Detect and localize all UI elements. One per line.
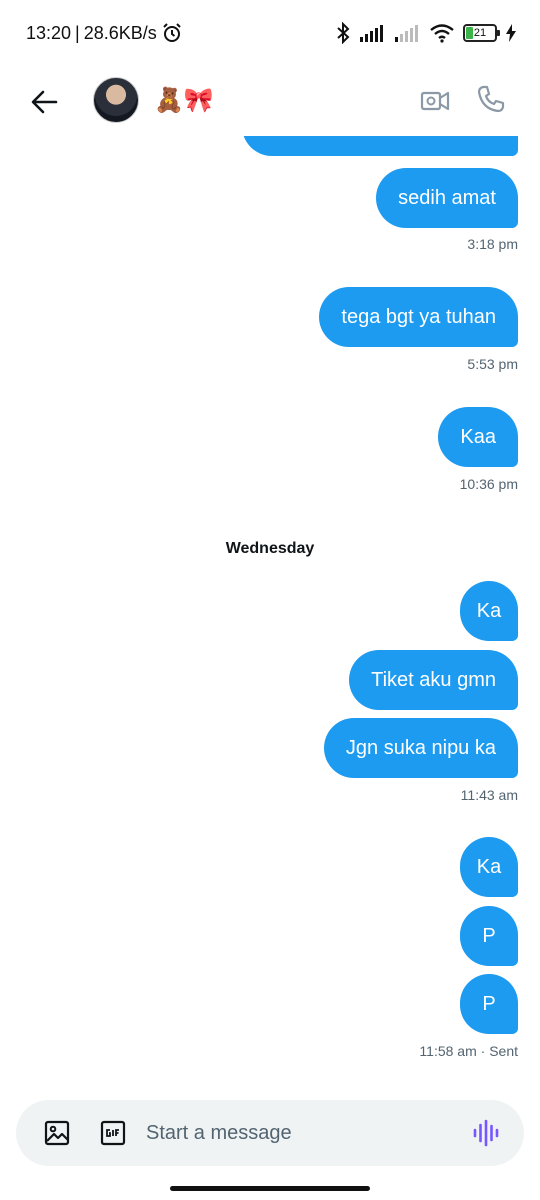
message-timestamp: 11:58 am · Sent	[419, 1043, 518, 1059]
message-composer	[16, 1100, 524, 1166]
battery-icon: 21	[463, 24, 500, 42]
status-bar: 13:20 | 28.6KB/s 21	[0, 0, 540, 66]
video-call-icon[interactable]	[420, 88, 450, 114]
status-left: 13:20 | 28.6KB/s	[26, 22, 183, 44]
message-timestamp: 5:53 pm	[467, 356, 518, 372]
phone-icon[interactable]	[476, 84, 506, 114]
wifi-icon	[430, 24, 454, 43]
avatar[interactable]	[93, 77, 139, 123]
bluetooth-icon	[337, 22, 350, 44]
battery-level: 21	[473, 27, 487, 39]
gif-icon[interactable]	[100, 1120, 126, 1146]
message-list[interactable]: gi ya gi sedih amat 3:18 pm tega bgt ya …	[0, 136, 540, 1096]
signal-icon	[360, 25, 383, 42]
message-bubble[interactable]: Ka	[460, 581, 518, 641]
contact-name[interactable]: 🧸🎀	[154, 86, 214, 115]
conversation-header: 🧸🎀	[0, 66, 540, 136]
home-indicator[interactable]	[170, 1186, 370, 1191]
message-bubble[interactable]: gi ya gi	[242, 136, 518, 156]
day-divider: Wednesday	[225, 540, 315, 557]
clock: 13:20	[26, 22, 72, 43]
message-timestamp: 3:18 pm	[467, 236, 518, 252]
signal-weak-icon	[395, 25, 418, 42]
message-bubble[interactable]: Kaa	[438, 407, 518, 467]
message-bubble[interactable]: Tiket aku gmn	[349, 650, 518, 710]
network-speed: 28.6KB/s	[83, 22, 157, 43]
message-bubble[interactable]: tega bgt ya tuhan	[319, 287, 518, 347]
message-timestamp: 10:36 pm	[459, 476, 518, 492]
image-icon[interactable]	[44, 1120, 70, 1146]
status-right: 21	[335, 22, 516, 44]
charging-icon	[506, 24, 516, 42]
message-input[interactable]	[146, 1113, 456, 1153]
message-bubble[interactable]: Ka	[460, 837, 518, 897]
message-timestamp: 11:43 am	[460, 787, 518, 803]
back-arrow-icon[interactable]	[28, 86, 60, 118]
alarm-icon	[163, 23, 181, 42]
message-bubble[interactable]: Jgn suka nipu ka	[323, 718, 518, 778]
message-bubble[interactable]: P	[460, 974, 518, 1034]
status-separator: |	[75, 22, 80, 43]
voice-icon[interactable]	[472, 1119, 500, 1147]
battery-fill	[466, 27, 473, 39]
message-bubble[interactable]: sedih amat	[376, 168, 518, 228]
message-bubble[interactable]: P	[460, 906, 518, 966]
